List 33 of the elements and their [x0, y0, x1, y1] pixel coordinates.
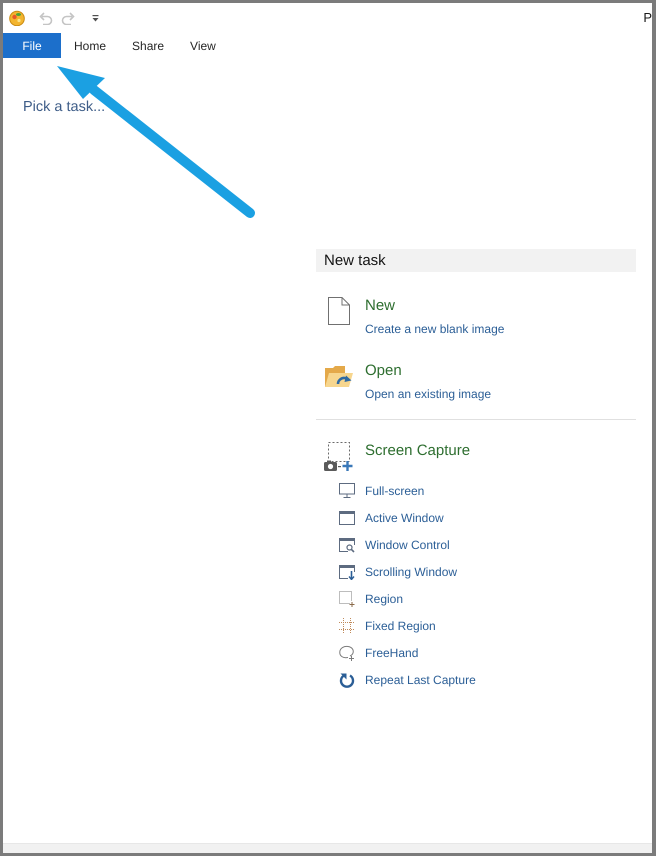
capture-option[interactable]: Scrolling Window: [324, 558, 458, 585]
ribbon-tab[interactable]: File: [3, 33, 61, 58]
capture-option[interactable]: Region: [324, 585, 404, 612]
task-description-link[interactable]: Create a new blank image: [365, 322, 504, 337]
circular-arrow-icon: [339, 672, 355, 688]
ribbon-tab[interactable]: Share: [119, 33, 178, 58]
capture-option[interactable]: Active Window: [324, 504, 444, 531]
dotted-grid-icon: [339, 618, 355, 634]
blank-page-icon[interactable]: [328, 297, 350, 325]
capture-option[interactable]: FreeHand: [324, 639, 418, 666]
ribbon-tab[interactable]: View: [177, 33, 229, 58]
task-title-link[interactable]: New: [365, 297, 396, 315]
ribbon-tab[interactable]: Home: [61, 33, 120, 58]
section-header: New task: [316, 249, 636, 272]
capture-option[interactable]: Repeat Last Capture: [324, 666, 476, 693]
screen-capture-icon[interactable]: [324, 442, 354, 471]
app-logo-icon: [9, 10, 25, 26]
capture-option[interactable]: Full-screen: [324, 477, 424, 504]
folder-icon[interactable]: [324, 365, 354, 389]
lasso-icon: [339, 644, 355, 660]
window-icon: [339, 510, 355, 526]
window-search-icon: [339, 536, 355, 552]
window-down-arrow-icon: [339, 564, 355, 580]
capture-option[interactable]: Window Control: [324, 531, 450, 558]
window-title: P: [643, 10, 652, 26]
capture-title-link[interactable]: Screen Capture: [365, 442, 470, 460]
pick-task-prompt: Pick a task...: [23, 98, 106, 117]
dotted-region-icon: [339, 590, 355, 606]
monitor-icon: [339, 482, 355, 498]
task-title-link[interactable]: Open: [365, 362, 402, 380]
capture-option[interactable]: Fixed Region: [324, 612, 436, 639]
task-description-link[interactable]: Open an existing image: [365, 387, 492, 402]
dropdown-icon[interactable]: [92, 14, 99, 22]
